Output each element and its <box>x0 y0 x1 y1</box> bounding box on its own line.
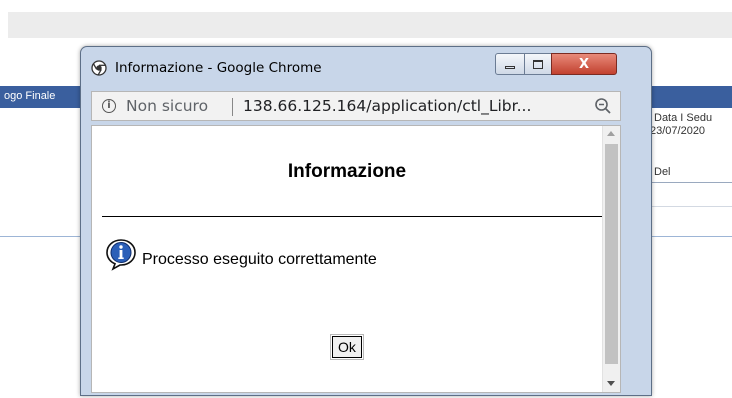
close-button[interactable]: X <box>551 53 617 75</box>
popup-window: Informazione - Google Chrome X i Non sic… <box>80 46 652 396</box>
vertical-scrollbar[interactable] <box>602 126 620 392</box>
information-bubble-icon <box>106 239 136 271</box>
background-del-label: Del <box>654 166 671 178</box>
title-bar[interactable]: Informazione - Google Chrome X <box>81 47 651 87</box>
close-icon: X <box>578 56 590 72</box>
message-text: Processo eseguito correttamente <box>142 251 377 268</box>
background-column-header: Data I Sedu <box>654 112 713 124</box>
dialog-divider <box>102 216 603 217</box>
window-title: Informazione - Google Chrome <box>115 60 322 76</box>
minimize-button[interactable] <box>495 53 525 75</box>
background-band-label: ogo Finale <box>4 90 56 102</box>
minimize-icon <box>505 65 515 69</box>
address-bar[interactable]: i Non sicuro 138.66.125.164/application/… <box>91 91 621 121</box>
dialog-title: Informazione <box>287 161 407 182</box>
security-status-label[interactable]: Non sicuro <box>126 97 208 115</box>
background-top-bar <box>8 12 732 38</box>
chrome-icon <box>91 60 107 76</box>
dialog-content: Informazione Processo eseguito correttam… <box>91 125 621 393</box>
address-separator <box>232 98 233 116</box>
background-field-underline <box>652 206 732 207</box>
zoom-out-icon[interactable] <box>594 97 612 115</box>
scrollbar-thumb[interactable] <box>605 144 618 364</box>
ok-button[interactable]: Ok <box>330 334 364 360</box>
maximize-icon <box>533 59 543 69</box>
scroll-up-arrow-icon[interactable] <box>607 131 615 136</box>
background-field-underline <box>652 182 732 183</box>
info-icon[interactable]: i <box>102 99 116 113</box>
url-text[interactable]: 138.66.125.164/application/ctl_Libr... <box>243 97 531 115</box>
scroll-down-arrow-icon[interactable] <box>607 381 615 386</box>
background-date-value: 23/07/2020 <box>650 125 706 137</box>
maximize-button[interactable] <box>524 53 552 75</box>
